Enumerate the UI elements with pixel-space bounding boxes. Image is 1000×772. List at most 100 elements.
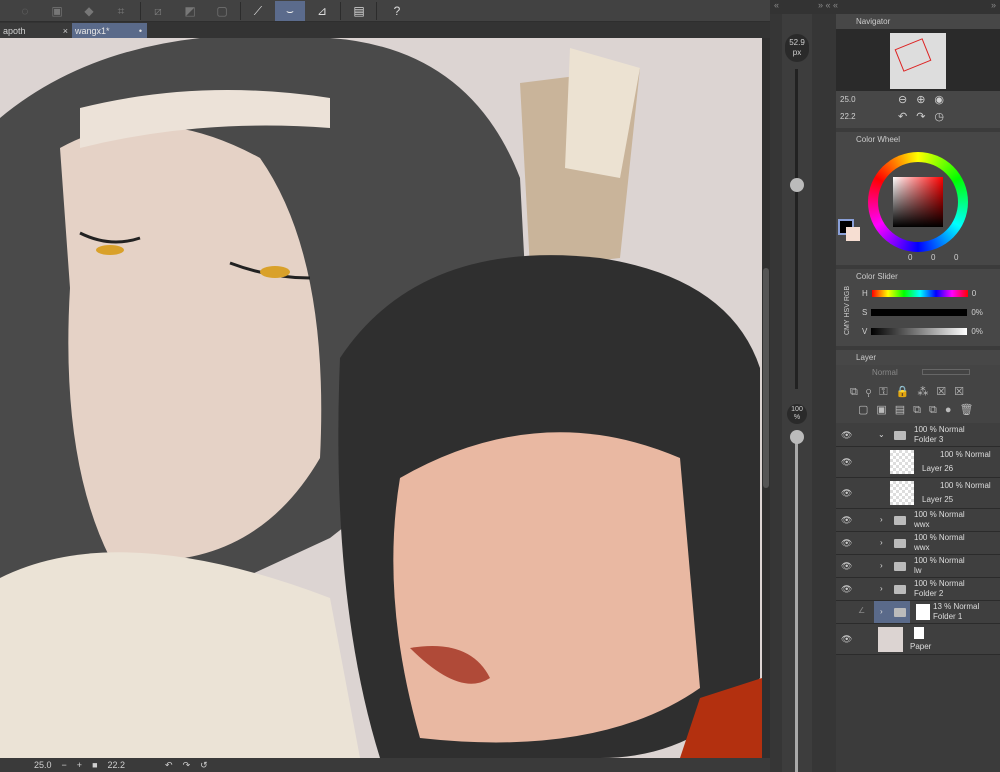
- collapse-icon[interactable]: «: [774, 0, 779, 10]
- navigator-zoom[interactable]: 25.0: [840, 95, 856, 104]
- invert-icon[interactable]: ◩: [175, 1, 205, 21]
- slider-value[interactable]: 0%: [971, 327, 983, 336]
- close-icon[interactable]: ×: [63, 26, 68, 36]
- expand-chevron-icon[interactable]: ›: [880, 584, 883, 594]
- slider-label: S: [862, 308, 868, 317]
- command-bar: ◌ ▣ ◆ ⌗ ⧄ ◩ ▢ ⟋ ⌣ ⊿ ▤ ?: [0, 0, 770, 22]
- eye-icon[interactable]: 👁: [841, 430, 852, 441]
- mode-tab-hsv[interactable]: HSV: [844, 303, 851, 317]
- brush-size-slider[interactable]: [795, 69, 798, 389]
- panel-title: Navigator: [856, 17, 891, 26]
- layer-item-paper[interactable]: 👁 Paper: [836, 624, 1000, 655]
- expand-chevron-icon[interactable]: ⌄: [878, 430, 885, 440]
- layer-name: Folder 2: [914, 589, 944, 598]
- lasso-icon[interactable]: ◌: [10, 1, 40, 21]
- layer-name: wwx: [914, 520, 930, 529]
- layer-name: wwx: [914, 543, 930, 552]
- expand-chevron-icon[interactable]: ›: [880, 538, 883, 548]
- mode-tab-cmy[interactable]: CMY: [844, 319, 851, 335]
- folder-icon: [894, 431, 906, 440]
- layer-mode: 100 % Normal: [914, 533, 965, 542]
- artwork: [0, 38, 762, 758]
- layer-list: 👁 ⌄ 100 % Normal Folder 3 👁 100 % Normal Laye…: [836, 423, 1000, 753]
- eye-icon[interactable]: 👁: [841, 515, 852, 526]
- color-slider-panel: CMY HSV RGB H0 S 0% V 0%: [836, 284, 1000, 346]
- navigator-rotation[interactable]: 22.2: [840, 112, 856, 121]
- tab-wangx1[interactable]: wangx1* •: [72, 23, 147, 38]
- eye-icon[interactable]: 👁: [841, 634, 852, 645]
- color-wheel-header: Color Wheel: [836, 132, 1000, 147]
- eye-icon[interactable]: 👁: [841, 488, 852, 499]
- mode-tab-rgb[interactable]: RGB: [844, 286, 851, 301]
- zoom-buttons-icon[interactable]: ⊖⊕◉: [898, 93, 953, 106]
- rotation-value[interactable]: 22.2: [108, 760, 126, 770]
- expand-icon[interactable]: »: [991, 0, 996, 10]
- zoom-value[interactable]: 25.0: [34, 760, 52, 770]
- edit-pen-icon: ∠: [858, 606, 866, 615]
- layer-item-folder-1[interactable]: ∠ › 13 % Normal Folder 1: [836, 601, 1000, 624]
- expand-chevron-icon[interactable]: ›: [880, 515, 883, 525]
- layer-item-wwx[interactable]: 👁 › 100 % Normal wwx: [836, 532, 1000, 555]
- drawing-canvas[interactable]: [0, 38, 762, 758]
- slider-row-v: V 0%: [836, 322, 1000, 341]
- fill-icon[interactable]: ◆: [74, 1, 104, 21]
- brush-size-handle[interactable]: [790, 178, 804, 192]
- sub-color-swatch[interactable]: [846, 227, 860, 241]
- brush-size-unit: px: [792, 48, 802, 57]
- opacity-bar[interactable]: [922, 369, 970, 375]
- blend-mode-select[interactable]: Normal: [872, 368, 898, 377]
- saturation-slider[interactable]: [871, 309, 968, 316]
- rotate-buttons-icon[interactable]: ↶↷◷: [898, 110, 953, 123]
- hue-slider[interactable]: [871, 290, 968, 297]
- slider-value[interactable]: 0: [972, 289, 976, 298]
- opacity-slider[interactable]: [795, 434, 798, 772]
- view-rectangle[interactable]: [894, 38, 932, 72]
- expand-icon[interactable]: » « «: [818, 0, 838, 10]
- modified-dot-icon[interactable]: •: [139, 26, 142, 36]
- saturation-value-square[interactable]: [893, 177, 943, 227]
- rotate-right-icon[interactable]: ↷: [183, 760, 191, 771]
- frame-icon[interactable]: ▢: [207, 1, 237, 21]
- help-icon[interactable]: ?: [382, 1, 412, 21]
- layer-item-wwx[interactable]: 👁 › 100 % Normal wwx: [836, 509, 1000, 532]
- expand-chevron-icon[interactable]: ›: [880, 561, 883, 571]
- rotate-left-icon[interactable]: ↶: [165, 760, 173, 771]
- folder-icon: [894, 585, 906, 594]
- layer-tool-icons[interactable]: ⧉⚲⚿🔒⁂☒☒: [850, 385, 972, 399]
- eye-icon[interactable]: 👁: [841, 584, 852, 595]
- layer-item-folder-2[interactable]: 👁 › 100 % Normal Folder 2: [836, 578, 1000, 601]
- zoom-in-button[interactable]: +: [77, 760, 82, 770]
- layer-item-layer-25[interactable]: 👁 100 % Normal Layer 25: [836, 478, 1000, 509]
- layer-item-layer-26[interactable]: 👁 100 % Normal Layer 26: [836, 447, 1000, 478]
- slider-value[interactable]: 0%: [971, 308, 983, 317]
- pen-tool-icon[interactable]: ⟋: [243, 1, 273, 21]
- zoom-out-button[interactable]: −: [62, 760, 67, 770]
- eye-icon[interactable]: 👁: [841, 561, 852, 572]
- tab-apoth[interactable]: apoth ×: [0, 23, 72, 38]
- value-slider[interactable]: [871, 328, 968, 335]
- hue-ring[interactable]: [868, 152, 968, 252]
- layer-item-folder-3[interactable]: 👁 ⌄ 100 % Normal Folder 3: [836, 423, 1000, 447]
- color-value-3: 0: [954, 253, 959, 262]
- fit-icon[interactable]: ■: [92, 760, 97, 770]
- eye-icon[interactable]: 👁: [841, 538, 852, 549]
- layer-item-lw[interactable]: 👁 › 100 % Normal lw: [836, 555, 1000, 578]
- reset-rotation-icon[interactable]: ↺: [200, 760, 208, 771]
- new-layer-icons[interactable]: ▢▣▤⧉⧉●🗑: [858, 403, 982, 417]
- right-panel: Navigator 25.0 22.2 ⊖⊕◉ ↶↷◷ Color Wheel …: [836, 14, 1000, 772]
- expand-chevron-icon[interactable]: ›: [880, 607, 883, 617]
- brush-tool-icon[interactable]: ⌣: [275, 1, 305, 21]
- select-icon[interactable]: ▣: [42, 1, 72, 21]
- scroll-thumb[interactable]: [763, 268, 769, 488]
- canvas-vertical-scrollbar[interactable]: [762, 38, 770, 758]
- opacity-handle[interactable]: [790, 430, 804, 444]
- layer-thumbnail: [878, 627, 903, 652]
- layer-toolbar: Normal ⧉⚲⚿🔒⁂☒☒ ▢▣▤⧉⧉●🗑: [836, 365, 1000, 423]
- clear-icon[interactable]: ⧄: [143, 1, 173, 21]
- navigator-header: Navigator: [836, 14, 1000, 29]
- layer-property-icon[interactable]: ▤: [344, 1, 374, 21]
- eye-icon[interactable]: 👁: [841, 457, 852, 468]
- ruler-tool-icon[interactable]: ⊿: [307, 1, 337, 21]
- navigator-preview[interactable]: [836, 29, 1000, 91]
- crop-icon[interactable]: ⌗: [106, 1, 136, 21]
